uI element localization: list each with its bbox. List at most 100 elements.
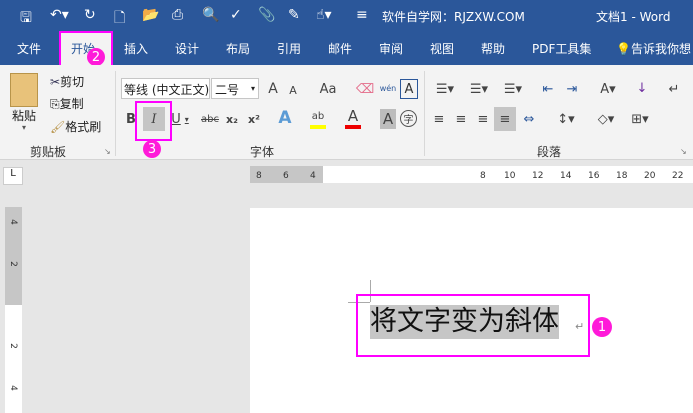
align-left-icon[interactable]: ≡: [430, 109, 448, 129]
cut-button[interactable]: ✂剪切: [50, 73, 84, 90]
paragraph-group-label: 段落: [537, 145, 562, 159]
paste-dropdown-icon[interactable]: ▾: [22, 123, 26, 132]
tab-mailings[interactable]: 邮件: [328, 40, 352, 57]
ruler-number: 2: [7, 261, 18, 267]
font-size-value: 二号: [215, 83, 240, 97]
copy-label: 复制: [59, 97, 84, 111]
print-icon[interactable]: ⎙: [172, 7, 183, 23]
tab-selector[interactable]: L: [3, 167, 23, 185]
ruler-number: 4: [7, 219, 18, 225]
phonetic-guide-button[interactable]: wén: [378, 77, 398, 99]
font-group-label: 字体: [250, 145, 275, 159]
tab-review[interactable]: 审阅: [379, 40, 403, 57]
step-badge-1: 1: [592, 317, 612, 337]
tab-references[interactable]: 引用: [277, 40, 301, 57]
tab-pdf-tools[interactable]: PDF工具集: [532, 40, 591, 57]
line-spacing-icon[interactable]: ↕▾: [552, 109, 580, 129]
chevron-down-icon: ▾: [184, 114, 189, 124]
customize-toolbar-icon[interactable]: ≡: [356, 7, 368, 23]
character-border-button[interactable]: A: [400, 79, 418, 99]
copy-button[interactable]: ⎘复制: [50, 95, 84, 112]
ruler-number: 8: [480, 171, 486, 181]
tab-insert[interactable]: 插入: [124, 40, 148, 57]
tell-me-label: 告诉我你想: [630, 42, 691, 56]
copy-icon: ⎘: [50, 97, 60, 111]
justify-icon[interactable]: ≡: [494, 107, 516, 131]
distributed-icon[interactable]: ⇔: [520, 109, 538, 129]
grow-font-button[interactable]: A: [264, 79, 282, 99]
font-size-select[interactable]: 二号 ▾: [211, 78, 259, 99]
undo-icon[interactable]: ↶▾: [50, 7, 69, 23]
superscript-button[interactable]: x²: [246, 109, 262, 129]
clear-formatting-icon[interactable]: ⌫: [356, 79, 374, 99]
open-icon[interactable]: 📂: [142, 7, 159, 23]
attach-icon[interactable]: 📎: [258, 7, 275, 23]
format-painter-label: 格式刷: [65, 120, 102, 134]
shrink-font-button[interactable]: A: [285, 81, 301, 99]
paragraph-launcher-icon[interactable]: ↘: [680, 147, 687, 156]
ruler-number: 22: [672, 171, 684, 181]
ruler-number: 4: [310, 171, 316, 181]
ruler-number: 2: [7, 343, 18, 349]
font-name-select[interactable]: 等线 (中文正文): [121, 78, 210, 99]
touch-mode-icon[interactable]: ☝▾: [316, 7, 332, 23]
doc-name: 文档1: [596, 10, 628, 24]
highlight-color-button[interactable]: ab: [310, 107, 326, 129]
sort-icon[interactable]: ↓: [632, 77, 652, 99]
multilevel-list-icon[interactable]: ☰▾: [500, 79, 526, 99]
tab-design[interactable]: 设计: [175, 40, 199, 57]
tab-help[interactable]: 帮助: [481, 40, 505, 57]
vertical-ruler[interactable]: 4 2 2 4: [5, 207, 22, 413]
step-badge-2: 2: [87, 48, 105, 66]
character-shading-button[interactable]: A: [380, 109, 396, 129]
decrease-indent-icon[interactable]: ⇤: [538, 79, 558, 99]
title-bar: 🖫 ↶▾ ↻ 🗋 📂 ⎙ 🔍 ✓ 📎 ✎ ☝▾ ≡ 软件自学网：RJZXW.CO…: [0, 0, 693, 32]
numbering-icon[interactable]: ☰▾: [466, 79, 492, 99]
highlight-home-tab: [59, 31, 113, 68]
bullets-icon[interactable]: ☰▾: [432, 79, 458, 99]
ruler-number: 14: [560, 171, 572, 181]
redo-icon[interactable]: ↻: [84, 7, 96, 23]
clipboard-group-label: 剪贴板: [30, 145, 67, 159]
tab-file[interactable]: 文件: [17, 40, 41, 57]
font-color-button[interactable]: A: [345, 107, 361, 129]
tab-layout[interactable]: 布局: [226, 40, 250, 57]
align-center-icon[interactable]: ≡: [452, 109, 470, 129]
paste-button[interactable]: 粘贴: [12, 107, 36, 124]
horizontal-ruler[interactable]: 8 6 4 8 10 12 14 16 18 20 22: [250, 166, 693, 183]
tab-view[interactable]: 视图: [430, 40, 454, 57]
format-painter-button[interactable]: 🖌格式刷: [50, 118, 101, 135]
ruler-number: 4: [7, 385, 18, 391]
text-direction-icon[interactable]: A▾: [594, 79, 622, 99]
save-icon[interactable]: 🖫: [20, 7, 32, 31]
print-preview-icon[interactable]: 🔍: [202, 7, 219, 23]
spelling-icon[interactable]: ✓: [230, 7, 242, 23]
ruler-number: 16: [588, 171, 600, 181]
increase-indent-icon[interactable]: ⇥: [562, 79, 582, 99]
new-document-icon[interactable]: 🗋: [114, 7, 125, 31]
step-badge-3: 3: [143, 140, 161, 158]
paste-icon[interactable]: [10, 73, 38, 107]
edit-icon[interactable]: ✎: [288, 7, 300, 23]
text-effects-button[interactable]: A: [276, 107, 294, 129]
borders-icon[interactable]: ⊞▾: [626, 109, 654, 129]
underline-label: U: [171, 111, 181, 127]
ruler-number: 10: [504, 171, 516, 181]
separator: [424, 71, 425, 156]
ribbon: 粘贴 ▾ ✂剪切 ⎘复制 🖌格式刷 剪贴板 ↘ 等线 (中文正文) 二号 ▾ A …: [0, 65, 693, 160]
scissors-icon: ✂: [50, 75, 61, 89]
show-marks-icon[interactable]: ↵: [664, 79, 684, 99]
enclose-characters-button[interactable]: 字: [400, 110, 417, 127]
shading-icon[interactable]: ◇▾: [592, 109, 620, 129]
separator: [115, 71, 116, 156]
ruler-number: 18: [616, 171, 628, 181]
change-case-button[interactable]: Aa: [312, 79, 344, 99]
subscript-button[interactable]: x₂: [224, 109, 240, 129]
ruler-number: 20: [644, 171, 656, 181]
align-right-icon[interactable]: ≡: [474, 109, 492, 129]
underline-button[interactable]: U ▾: [170, 109, 190, 129]
chevron-down-icon: ▾: [250, 84, 255, 93]
tell-me[interactable]: 💡告诉我你想: [616, 40, 691, 57]
strikethrough-button[interactable]: abc: [200, 109, 220, 129]
clipboard-launcher-icon[interactable]: ↘: [104, 147, 111, 156]
